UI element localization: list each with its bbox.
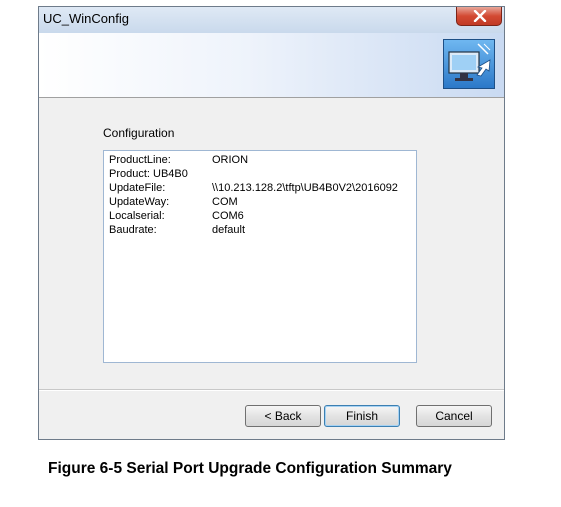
config-wizard-monitor-icon bbox=[443, 39, 495, 89]
summary-value: default bbox=[212, 224, 246, 236]
cancel-button[interactable]: Cancel bbox=[416, 405, 492, 427]
back-button[interactable]: < Back bbox=[245, 405, 321, 427]
figure-caption: Figure 6-5 Serial Port Upgrade Configura… bbox=[48, 460, 452, 477]
summary-key: Product: UB4B0 bbox=[109, 168, 188, 180]
summary-key: UpdateWay: bbox=[109, 196, 170, 208]
summary-key: Localserial: bbox=[109, 210, 165, 222]
configuration-summary-box[interactable]: ProductLine: ORION Product: UB4B0 Update… bbox=[103, 150, 417, 363]
summary-key: ProductLine: bbox=[109, 154, 171, 166]
summary-value: ORION bbox=[212, 154, 249, 166]
wizard-header bbox=[39, 33, 504, 98]
summary-key: UpdateFile: bbox=[109, 182, 166, 194]
summary-value: COM6 bbox=[212, 210, 244, 222]
title-bar[interactable]: UC_WinConfig bbox=[39, 7, 504, 34]
summary-value: \\10.213.128.2\tftp\UB4B0V2\2016092 bbox=[212, 182, 398, 194]
configuration-label: Configuration bbox=[103, 126, 175, 140]
window-title: UC_WinConfig bbox=[43, 11, 129, 26]
close-icon bbox=[473, 10, 487, 22]
close-button[interactable] bbox=[456, 7, 502, 26]
footer-divider bbox=[39, 389, 504, 391]
summary-key: Baudrate: bbox=[109, 224, 157, 236]
wizard-window: UC_WinConfig Configuration ProductLine: … bbox=[38, 6, 505, 440]
finish-button[interactable]: Finish bbox=[324, 405, 400, 427]
summary-value: COM bbox=[212, 196, 238, 208]
